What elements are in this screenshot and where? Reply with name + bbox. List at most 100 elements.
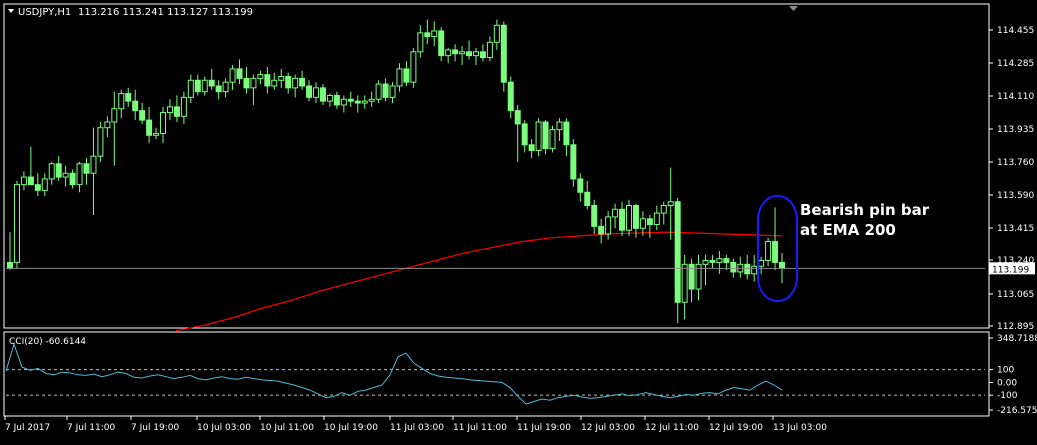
candle-body: [104, 121, 111, 129]
candle-body: [208, 79, 215, 87]
x-tick-label: 12 Jul 11:00: [645, 423, 699, 433]
x-tick-label: 10 Jul 03:00: [197, 423, 251, 433]
candle-body: [76, 163, 83, 186]
x-tick-label: 11 Jul 03:00: [390, 423, 444, 433]
candle-body: [271, 79, 278, 87]
candle-body: [132, 100, 139, 112]
candle-body: [166, 106, 173, 114]
y-tick-label: 113.240: [997, 256, 1034, 266]
candle-body: [605, 216, 612, 235]
candle: [549, 125, 556, 153]
candle-body: [292, 77, 299, 89]
candle-body: [48, 163, 55, 180]
candle-body: [41, 178, 48, 191]
candle-body: [779, 261, 785, 269]
candle-body: [570, 144, 577, 180]
candle-body: [445, 49, 452, 57]
candle-body: [646, 218, 653, 225]
candle-body: [396, 68, 403, 87]
candle-body: [257, 74, 264, 79]
price-chart: USDJPY,H1 113.216 113.241 113.127 113.19…: [0, 0, 1037, 441]
candle-body: [542, 121, 549, 150]
chart-window: USDJPY,H1 113.216 113.241 113.127 113.19…: [0, 0, 1037, 441]
candle-body: [535, 121, 542, 151]
x-tick-label: 7 Jul 2017: [5, 423, 50, 433]
candle-body: [612, 208, 619, 218]
y-tick-label: 113.935: [997, 125, 1034, 135]
candle-body: [723, 258, 730, 263]
candle-body: [563, 121, 570, 146]
candle-body: [500, 24, 507, 83]
candle-body: [180, 96, 187, 117]
candle-body: [459, 51, 466, 55]
x-tick-label: 10 Jul 19:00: [324, 423, 378, 433]
cci-y-tick-label: 0.00: [997, 378, 1017, 388]
candle-body: [285, 75, 292, 89]
candle-body: [438, 30, 445, 57]
x-tick-label: 11 Jul 11:00: [453, 423, 507, 433]
x-tick-label: 7 Jul 19:00: [131, 423, 180, 433]
candle-body: [13, 184, 20, 263]
candle-body: [674, 201, 681, 303]
candle-body: [598, 225, 605, 235]
candle-body: [319, 87, 326, 102]
x-tick-label: 11 Jul 19:00: [517, 423, 571, 433]
ohlc-label: 113.216 113.241 113.127 113.199: [78, 7, 253, 18]
annotation-line-1: Bearish pin bar: [800, 201, 930, 219]
candle-body: [90, 155, 97, 174]
symbol-label: USDJPY,H1: [18, 7, 71, 18]
candle-body: [215, 85, 222, 93]
current-price-label: 113.199: [992, 265, 1029, 275]
candle-body: [417, 32, 424, 53]
candle-body: [403, 68, 410, 83]
candle-body: [236, 68, 243, 79]
candle-body: [160, 112, 167, 134]
cci-y-tick-label: -100: [997, 391, 1018, 401]
candle-body: [368, 98, 375, 102]
y-tick-label: 114.285: [997, 59, 1034, 69]
candle-body: [493, 24, 500, 43]
candle-body: [466, 51, 473, 57]
candle-body: [20, 176, 27, 186]
candle-body: [472, 51, 479, 57]
candle-body: [146, 119, 153, 136]
candle-body: [313, 87, 320, 98]
candle-body: [55, 163, 62, 178]
y-tick-label: 114.110: [997, 92, 1034, 102]
y-tick-label: 113.065: [997, 290, 1034, 300]
candle-body: [382, 83, 389, 98]
candle-body: [97, 127, 104, 157]
candle-body: [765, 241, 772, 262]
candle-body: [69, 172, 76, 186]
candle-body: [591, 205, 598, 227]
candle-body: [639, 218, 646, 229]
candle-body: [153, 132, 160, 136]
candle-body: [625, 205, 632, 231]
x-tick-label: 7 Jul 11:00: [67, 423, 116, 433]
candle-body: [34, 184, 41, 191]
candle-body: [431, 30, 438, 38]
candle: [625, 199, 632, 236]
candle: [500, 21, 507, 92]
candle-body: [653, 212, 660, 225]
candle-body: [333, 94, 340, 106]
x-tick-label: 12 Jul 03:00: [581, 423, 635, 433]
cci-y-tick-label: 348.7188: [997, 334, 1037, 344]
candle-body: [660, 205, 667, 214]
candle-body: [716, 258, 723, 263]
candle-body: [452, 49, 459, 55]
candle-body: [424, 32, 431, 38]
candle-body: [118, 93, 125, 110]
candle-body: [507, 81, 514, 112]
candle-body: [521, 123, 528, 146]
candle-body: [340, 98, 347, 106]
candle-body: [27, 176, 34, 186]
candle-body: [584, 191, 591, 207]
x-tick-label: 13 Jul 03:00: [773, 423, 827, 433]
candle: [570, 139, 577, 187]
candle-body: [62, 172, 69, 178]
candle-body: [243, 77, 250, 89]
cci-label: CCI(20) -60.6144: [9, 337, 86, 347]
candle-body: [361, 100, 368, 104]
candle-body: [681, 263, 688, 303]
